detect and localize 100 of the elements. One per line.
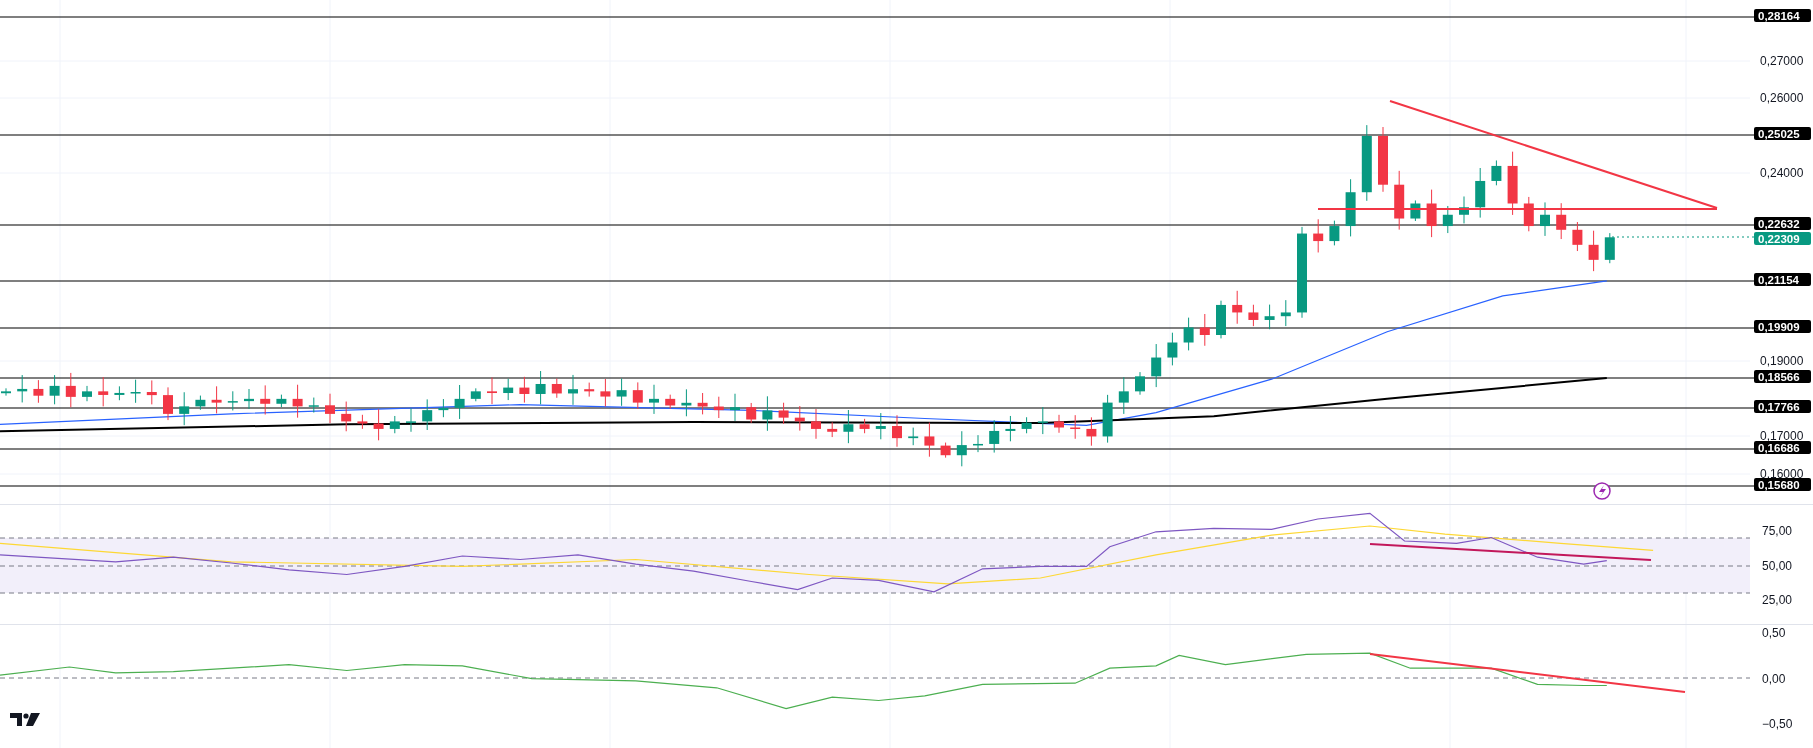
candle	[1102, 394, 1113, 444]
candle	[1199, 313, 1210, 347]
candle	[746, 402, 757, 424]
candle	[503, 378, 514, 401]
axis-tick-label: 0,50	[1762, 626, 1786, 640]
candle	[389, 415, 400, 434]
candle	[1378, 126, 1388, 193]
candle	[1442, 205, 1453, 234]
candle	[827, 421, 838, 438]
candle	[487, 377, 497, 405]
candle	[778, 402, 789, 425]
candle	[1410, 199, 1421, 222]
candle	[292, 384, 303, 419]
candle	[98, 376, 109, 407]
candle	[973, 434, 983, 453]
candle	[1394, 170, 1405, 231]
candle	[519, 376, 530, 404]
candle	[179, 391, 190, 426]
candle	[1264, 304, 1275, 330]
candle	[341, 401, 352, 432]
axis-tick-label: 0,16000	[1760, 467, 1804, 481]
candle	[1345, 178, 1356, 237]
candle	[65, 372, 76, 408]
price-label: 0,17766	[1754, 400, 1811, 413]
candle	[406, 407, 416, 433]
candle	[1232, 290, 1243, 325]
candle	[730, 393, 740, 422]
axis-tick-label: −0,50	[1762, 717, 1793, 731]
price-label: 0,25025	[1754, 127, 1811, 140]
candle	[1167, 332, 1178, 366]
candle	[892, 414, 902, 448]
candle	[1005, 415, 1016, 442]
candle	[1572, 221, 1583, 252]
candle	[1459, 196, 1469, 224]
candle	[244, 388, 254, 410]
candle	[114, 385, 125, 401]
candle	[584, 382, 595, 398]
axis-tick-label: 0,27000	[1760, 54, 1804, 68]
candle	[568, 374, 578, 406]
candle	[211, 385, 222, 414]
candle	[276, 394, 287, 408]
candle	[195, 395, 206, 411]
candle	[1523, 196, 1534, 232]
axis-tick-label: 50,00	[1762, 559, 1793, 573]
axis-tick-label: 0,19000	[1760, 354, 1804, 368]
candle	[1475, 167, 1486, 219]
candle	[33, 379, 44, 404]
candle	[146, 379, 157, 405]
candle	[1, 387, 11, 397]
logo-icon[interactable]	[10, 713, 40, 726]
candle	[227, 390, 238, 411]
candle	[130, 379, 141, 404]
candle	[616, 378, 627, 407]
candle	[1070, 414, 1081, 440]
candle	[438, 398, 449, 418]
candle	[1135, 371, 1145, 396]
candle	[1491, 159, 1502, 186]
axis-tick-label: 75,00	[1762, 524, 1793, 538]
candle	[1588, 230, 1599, 272]
candle	[163, 386, 173, 421]
price-label: 0,21154	[1754, 273, 1811, 286]
price-label: 0,16686	[1754, 441, 1811, 454]
candle	[470, 387, 481, 402]
candle	[49, 374, 60, 405]
axis-tick-label: 0,24000	[1760, 166, 1804, 180]
candle	[843, 409, 854, 444]
candle	[665, 394, 676, 410]
candle	[454, 384, 465, 420]
candle	[82, 385, 92, 402]
candle	[697, 392, 708, 415]
candle	[956, 430, 967, 467]
candle	[357, 414, 368, 430]
candle	[1021, 416, 1032, 434]
lightning-icon[interactable]	[1593, 482, 1611, 500]
candle	[551, 378, 562, 399]
candle	[1280, 299, 1291, 327]
candle	[1037, 406, 1048, 435]
candle	[875, 412, 886, 440]
price-label: 0,18566	[1754, 370, 1811, 383]
candle	[422, 398, 433, 431]
candle	[859, 418, 870, 434]
candle	[535, 370, 546, 405]
candle	[632, 381, 643, 410]
candle	[811, 408, 821, 440]
axis-tick-label: 0,26000	[1760, 91, 1804, 105]
price-label: 0,22632	[1754, 217, 1811, 230]
axis-tick-label: 0,00	[1762, 672, 1786, 686]
candle	[1426, 189, 1437, 238]
candle	[1556, 202, 1567, 240]
candle	[1216, 300, 1226, 339]
candle	[940, 442, 951, 459]
candle	[989, 419, 1000, 454]
price-label: 0,15680	[1754, 478, 1811, 491]
candle	[1507, 151, 1518, 216]
price-label: 0,28164	[1754, 9, 1811, 22]
candle	[908, 427, 919, 446]
candle	[1151, 343, 1162, 388]
candle	[308, 397, 319, 414]
candle	[1313, 218, 1324, 253]
candle	[1086, 416, 1097, 447]
